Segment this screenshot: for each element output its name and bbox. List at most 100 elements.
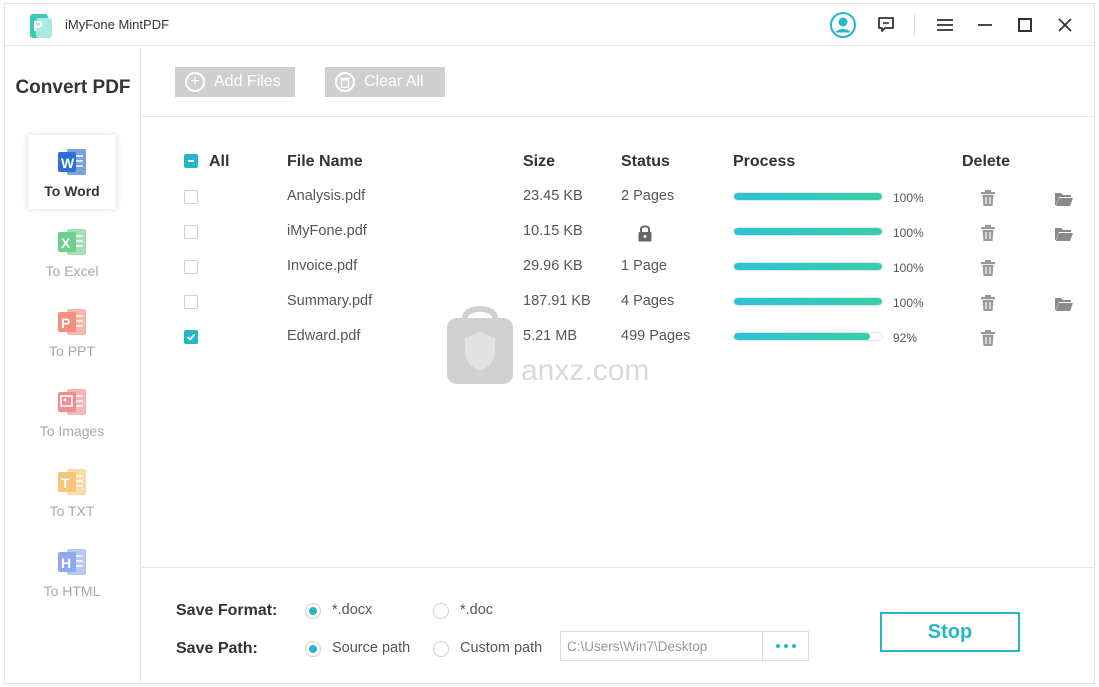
progress-percent: 92% [893, 331, 918, 345]
title-separator [914, 14, 915, 36]
svg-text:X: X [61, 235, 71, 251]
sidebar-item-to-excel[interactable]: X To Excel [28, 215, 116, 289]
header-process: Process [733, 153, 796, 170]
file-size: 23.45 KB [523, 188, 583, 204]
sidebar-item-to-txt[interactable]: T To TXT [28, 455, 116, 529]
row-checkbox[interactable] [184, 190, 198, 204]
ppt-icon: P [58, 309, 86, 335]
table-row: Summary.pdf 187.91 KB 4 Pages 100% [142, 286, 1095, 321]
file-name: iMyFone.pdf [287, 223, 367, 239]
add-files-button[interactable]: + Add Files [175, 67, 295, 97]
status-text: 1 Page [621, 258, 667, 274]
header-delete: Delete [962, 153, 1011, 170]
save-path-input[interactable]: C:\Users\Win7\Desktop [560, 631, 762, 661]
minimize-icon [978, 24, 992, 26]
stop-button[interactable]: Stop [880, 612, 1020, 652]
file-size: 5.21 MB [523, 328, 577, 344]
add-files-label: Add Files [214, 73, 281, 90]
format-docx-radio[interactable] [305, 603, 321, 619]
sidebar-item-label: To PPT [49, 343, 95, 359]
custom-path-radio[interactable] [433, 641, 449, 657]
file-size: 29.96 KB [523, 258, 583, 274]
maximize-button[interactable] [1010, 10, 1040, 40]
header-size: Size [523, 153, 556, 170]
menu-button[interactable] [930, 10, 960, 40]
file-name: Summary.pdf [287, 293, 373, 309]
close-icon [1058, 18, 1072, 32]
source-path-radio[interactable] [305, 641, 321, 657]
file-table: All File Name Size Status Process Delete… [142, 118, 1095, 568]
feedback-button[interactable] [871, 10, 901, 40]
app-window: P iMyFone MintPDF Convert PDF W To Word … [4, 3, 1095, 684]
save-settings: Save Format: *.docx *.doc Save Path: Sou… [142, 569, 1095, 684]
sidebar-item-label: To HTML [43, 583, 101, 599]
row-checkbox[interactable] [184, 225, 198, 239]
dot-icon [791, 644, 796, 648]
select-all-checkbox[interactable] [184, 154, 198, 168]
format-docx-label: *.docx [332, 602, 373, 618]
trash-icon[interactable] [979, 294, 997, 312]
sidebar-item-label: To Images [39, 423, 105, 439]
lock-icon [638, 225, 652, 242]
app-title: iMyFone MintPDF [65, 17, 170, 32]
word-icon: W [58, 149, 86, 175]
sidebar-item-to-ppt[interactable]: P To PPT [28, 295, 116, 369]
sidebar-item-to-html[interactable]: H To HTML [28, 535, 116, 609]
trash-icon[interactable] [979, 329, 997, 347]
plus-icon: + [185, 72, 205, 92]
user-icon [830, 12, 856, 38]
progress-percent: 100% [893, 261, 924, 275]
header-status: Status [621, 153, 670, 170]
progress-percent: 100% [893, 191, 924, 205]
clear-all-label: Clear All [364, 73, 424, 90]
sidebar: Convert PDF W To Word X To Excel P To PP… [5, 47, 141, 684]
open-folder-icon[interactable] [1054, 191, 1074, 207]
account-button[interactable] [828, 10, 858, 40]
format-doc-label: *.doc [460, 602, 494, 618]
table-row: Edward.pdf 5.21 MB 499 Pages 92% [142, 321, 1095, 356]
trash-icon[interactable] [979, 259, 997, 277]
dot-icon [783, 644, 788, 648]
progress-bar [733, 192, 883, 201]
clear-all-button[interactable]: Clear All [325, 67, 445, 97]
browse-path-button[interactable] [762, 631, 809, 661]
progress-bar [733, 297, 883, 306]
status-text: 499 Pages [621, 328, 691, 344]
format-doc-radio[interactable] [433, 603, 449, 619]
toolbar: + Add Files Clear All [142, 47, 1095, 117]
file-name: Invoice.pdf [287, 258, 358, 274]
progress-bar [733, 332, 883, 341]
trash-icon[interactable] [979, 224, 997, 242]
svg-text:W: W [61, 155, 75, 171]
open-folder-icon[interactable] [1054, 226, 1074, 242]
sidebar-item-label: To Excel [45, 263, 99, 279]
file-size: 10.15 KB [523, 223, 583, 239]
svg-text:P: P [61, 315, 70, 331]
status-text: 2 Pages [621, 188, 675, 204]
sidebar-item-to-images[interactable]: To Images [28, 375, 116, 449]
image-icon [58, 389, 86, 415]
row-checkbox[interactable] [184, 330, 198, 344]
trash-icon[interactable] [979, 189, 997, 207]
row-checkbox[interactable] [184, 260, 198, 274]
minimize-button[interactable] [970, 10, 1000, 40]
svg-text:T: T [61, 475, 70, 491]
table-row: Analysis.pdf 23.45 KB 2 Pages 100% [142, 181, 1095, 216]
progress-percent: 100% [893, 296, 924, 310]
open-folder-icon[interactable] [1054, 296, 1074, 312]
file-size: 187.91 KB [523, 293, 591, 309]
close-button[interactable] [1050, 10, 1080, 40]
sidebar-item-label: To Word [44, 183, 100, 199]
file-name: Edward.pdf [287, 328, 361, 344]
table-row: iMyFone.pdf 10.15 KB 100% [142, 216, 1095, 251]
hamburger-icon [937, 19, 953, 31]
file-name: Analysis.pdf [287, 188, 366, 204]
html-icon: H [58, 549, 86, 575]
header-file-name: File Name [287, 153, 363, 170]
row-checkbox[interactable] [184, 295, 198, 309]
trash-circle-icon [335, 72, 355, 92]
mintpdf-logo-icon: P [30, 14, 52, 38]
svg-text:H: H [61, 555, 71, 571]
status-text: 4 Pages [621, 293, 675, 309]
sidebar-item-to-word[interactable]: W To Word [28, 135, 116, 209]
